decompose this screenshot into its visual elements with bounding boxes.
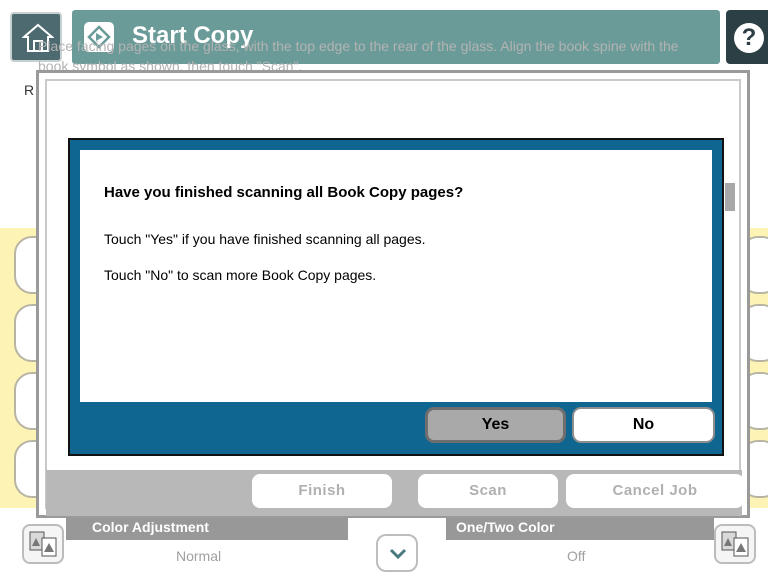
- finish-button[interactable]: Finish: [252, 474, 392, 508]
- color-adjust-icon: [29, 531, 57, 557]
- scroll-down-button[interactable]: [376, 534, 418, 572]
- scan-button[interactable]: Scan: [418, 474, 558, 508]
- one-two-color-value: Off: [567, 548, 586, 564]
- color-adjustment-label: Color Adjustment: [92, 519, 209, 535]
- help-icon: ?: [734, 23, 764, 53]
- yes-button[interactable]: Yes: [425, 407, 566, 443]
- scan-instructions: Place facing pages on the glass, with th…: [38, 38, 679, 70]
- no-button[interactable]: No: [572, 407, 715, 443]
- modal-instruction-no: Touch "No" to scan more Book Copy pages.: [104, 267, 377, 283]
- background-label-fragment: R: [24, 82, 35, 98]
- modal-question: Have you finished scanning all Book Copy…: [104, 184, 464, 201]
- one-two-color-icon-button[interactable]: [714, 524, 756, 564]
- scrollbar-thumb[interactable]: [725, 183, 735, 211]
- color-adjustment-value: Normal: [176, 548, 222, 564]
- color-mode-icon: [721, 531, 749, 557]
- help-button[interactable]: ?: [726, 10, 768, 64]
- modal-instruction-yes: Touch "Yes" if you have finished scannin…: [104, 231, 426, 247]
- cancel-job-button[interactable]: Cancel Job: [566, 474, 744, 508]
- one-two-color-label: One/Two Color: [456, 519, 555, 535]
- color-adjustment-icon-button[interactable]: [22, 524, 64, 564]
- chevron-down-icon: [389, 548, 407, 560]
